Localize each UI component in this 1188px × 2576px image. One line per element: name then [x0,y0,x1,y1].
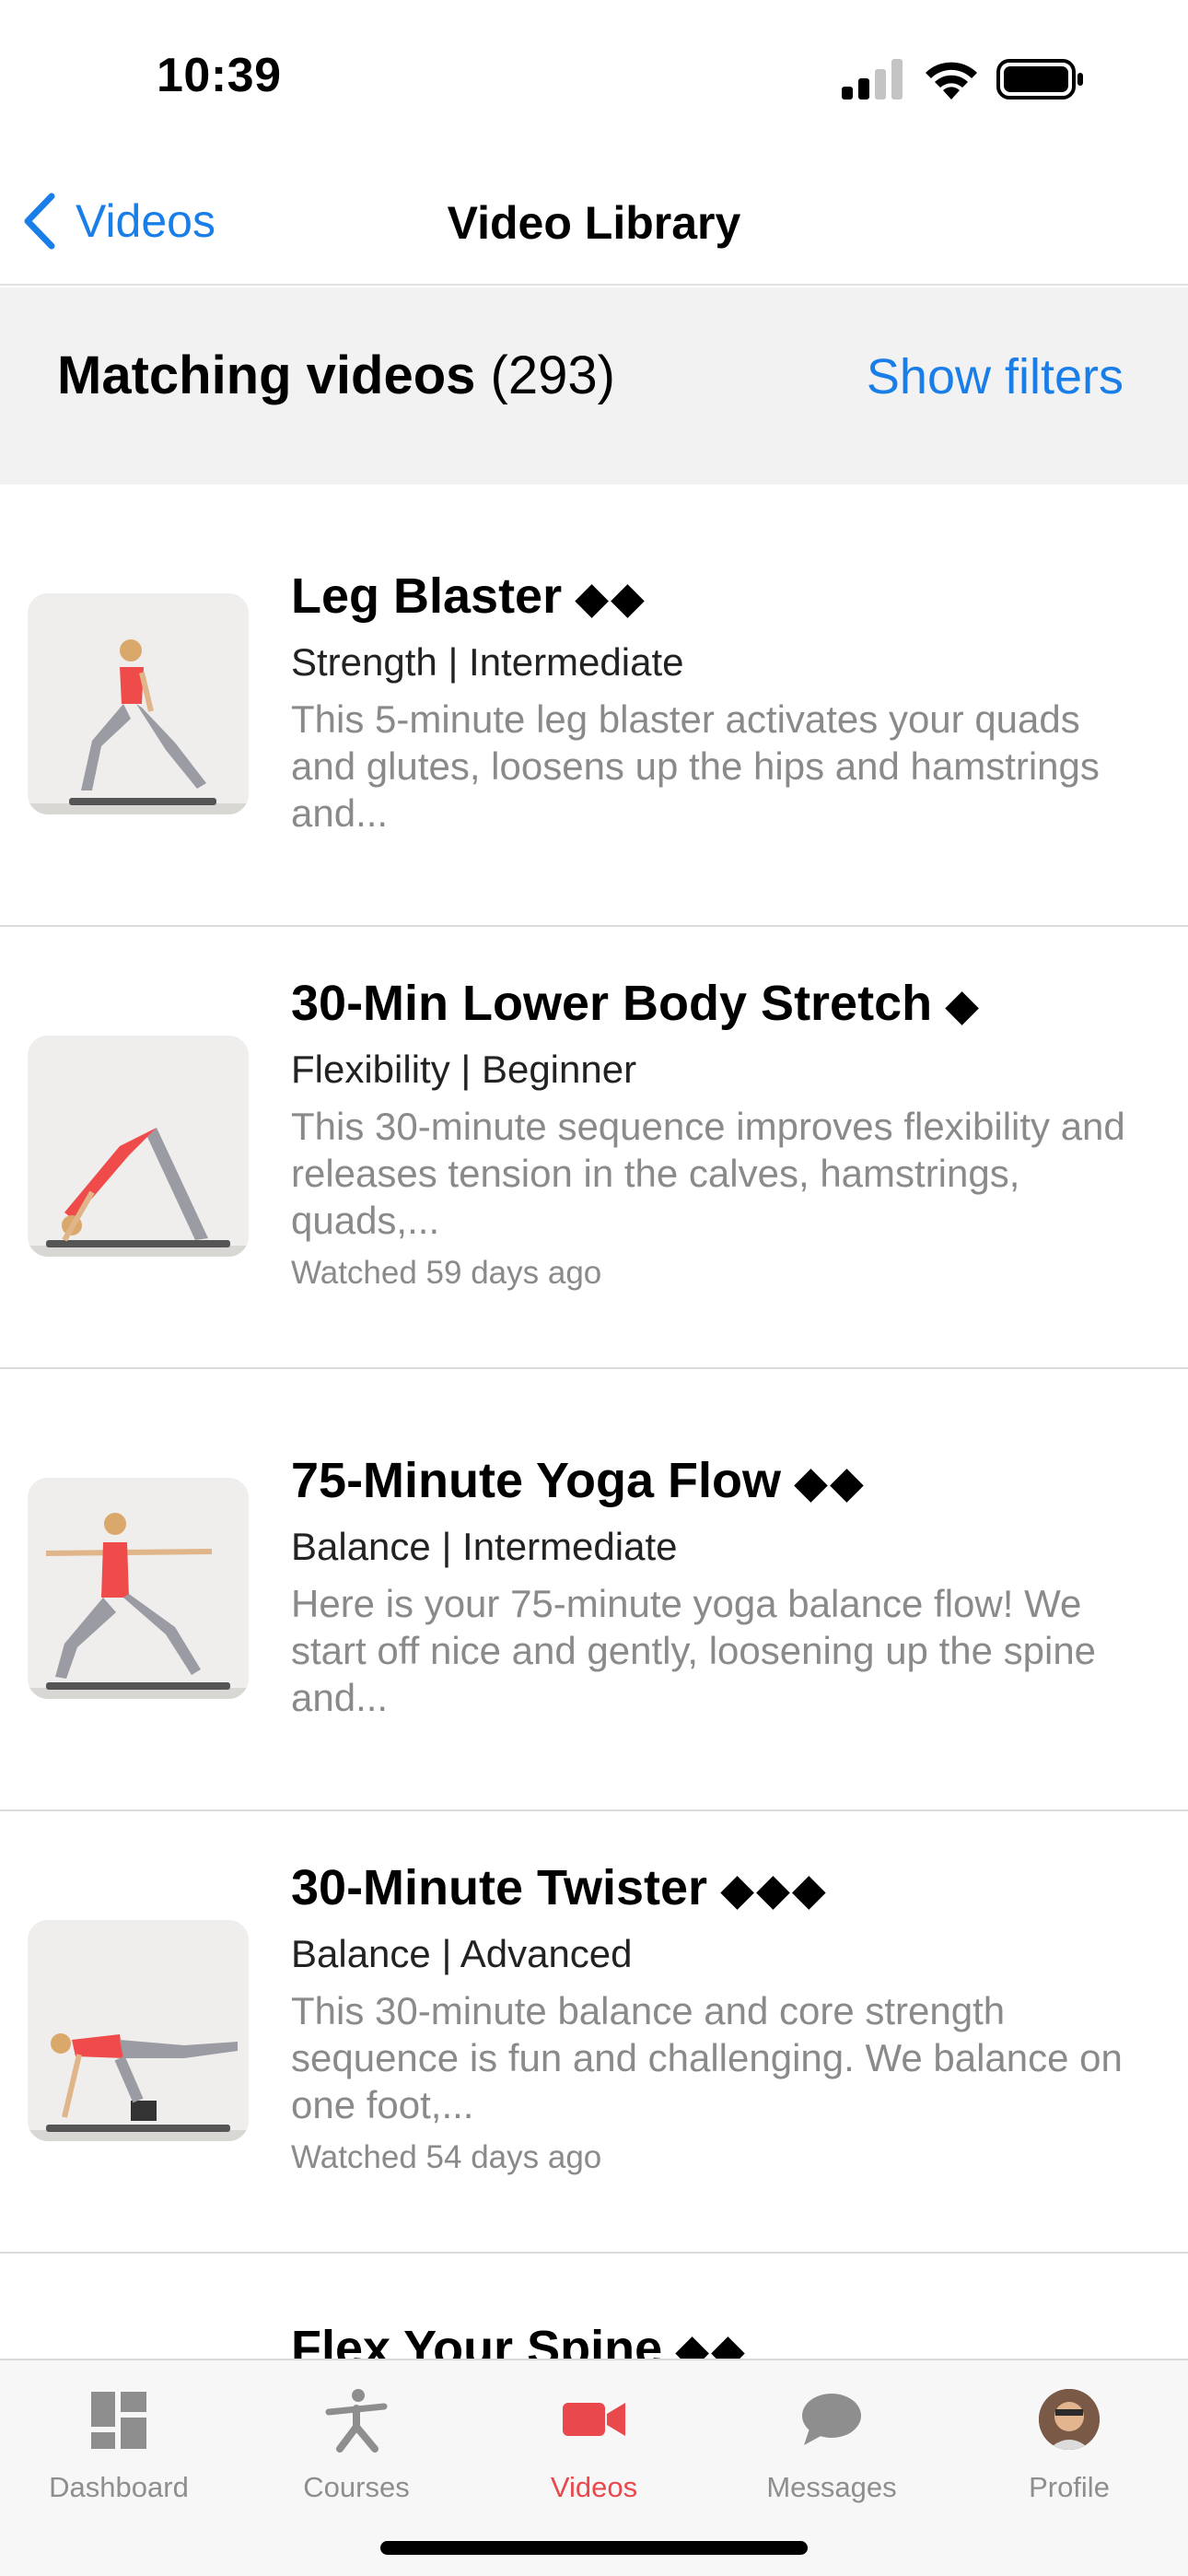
video-details: 30-Min Lower Body Stretch ◆ Flexibility |… [291,973,1151,1292]
video-thumbnail [28,1036,249,1257]
tab-dashboard[interactable]: Dashboard [0,2384,238,2504]
video-thumbnail [28,593,249,814]
wifi-icon [926,62,977,100]
video-category-level: Flexibility | Beginner [291,1048,637,1091]
difficulty-diamonds: ◆◆ [794,1458,866,1507]
video-thumbnail [28,1920,249,2141]
matching-videos-label: Matching videos [57,345,476,405]
difficulty-diamonds: ◆◆◆ [720,1866,828,1914]
tab-label: Messages [766,2471,897,2503]
navigation-bar: Videos Video Library [0,161,1188,286]
screen: 10:39 Videos Video Library Matching vide… [0,0,1188,2576]
video-category-level: Strength | Intermediate [291,640,684,684]
status-bar: 10:39 [0,0,1188,161]
battery-icon [996,59,1083,100]
video-description: This 30-minute balance and core strength… [291,1989,1123,2126]
tab-videos[interactable]: Videos [475,2384,713,2504]
difficulty-diamonds: ◆◆ [575,574,646,623]
dashboard-icon [91,2392,146,2449]
tab-profile[interactable]: Profile [950,2384,1188,2504]
difficulty-diamonds: ◆ [945,981,982,1030]
video-category-level: Balance | Advanced [291,1932,633,1975]
tab-label: Dashboard [49,2471,189,2503]
home-indicator [380,2541,808,2555]
video-watched-status: Watched 59 days ago [291,1255,602,1291]
person-stretch-icon [325,2389,388,2453]
video-thumbnail [28,1478,249,1699]
video-list-item[interactable]: 30-Minute Twister ◆◆◆ Balance | Advanced … [0,1811,1188,2254]
tab-label: Courses [303,2471,410,2503]
video-details: 75-Minute Yoga Flow ◆◆ Balance | Intermed… [291,1450,1151,1721]
video-list: Leg Blaster ◆◆ Strength | Intermediate Th… [0,485,1188,2254]
video-title: 30-Minute Twister ◆◆◆ [291,1860,828,1915]
avatar [1039,2389,1100,2450]
tab-courses[interactable]: Courses [238,2384,475,2504]
video-description: This 30-minute sequence improves flexibi… [291,1105,1125,1242]
video-list-item[interactable]: Leg Blaster ◆◆ Strength | Intermediate Th… [0,485,1188,927]
video-list-item[interactable]: 75-Minute Yoga Flow ◆◆ Balance | Intermed… [0,1369,1188,1811]
video-list-item[interactable]: 30-Min Lower Body Stretch ◆ Flexibility |… [0,927,1188,1369]
video-details: Leg Blaster ◆◆ Strength | Intermediate Th… [291,566,1151,837]
video-title: 30-Min Lower Body Stretch ◆ [291,976,982,1031]
status-time: 10:39 [157,49,282,102]
video-camera-icon [563,2403,625,2436]
video-title: Leg Blaster ◆◆ [291,568,646,624]
video-category-level: Balance | Intermediate [291,1525,678,1568]
video-description: Here is your 75-minute yoga balance flow… [291,1582,1097,1719]
video-watched-status: Watched 54 days ago [291,2139,602,2175]
video-description: This 5-minute leg blaster activates your… [291,697,1100,835]
show-filters-button[interactable]: Show filters [867,348,1124,405]
cellular-signal-icon [842,59,903,100]
tab-label: Videos [550,2471,638,2503]
video-details: 30-Minute Twister ◆◆◆ Balance | Advanced … [291,1857,1151,2176]
filter-header: Matching videos (293) Show filters [0,287,1188,485]
video-title: 75-Minute Yoga Flow ◆◆ [291,1453,866,1508]
matching-videos-heading: Matching videos (293) [57,345,615,406]
tab-label: Profile [1029,2471,1110,2503]
page-title: Video Library [447,197,741,249]
matching-videos-count: (293) [490,345,615,405]
tab-messages[interactable]: Messages [713,2384,950,2504]
chat-bubble-icon [802,2394,861,2445]
